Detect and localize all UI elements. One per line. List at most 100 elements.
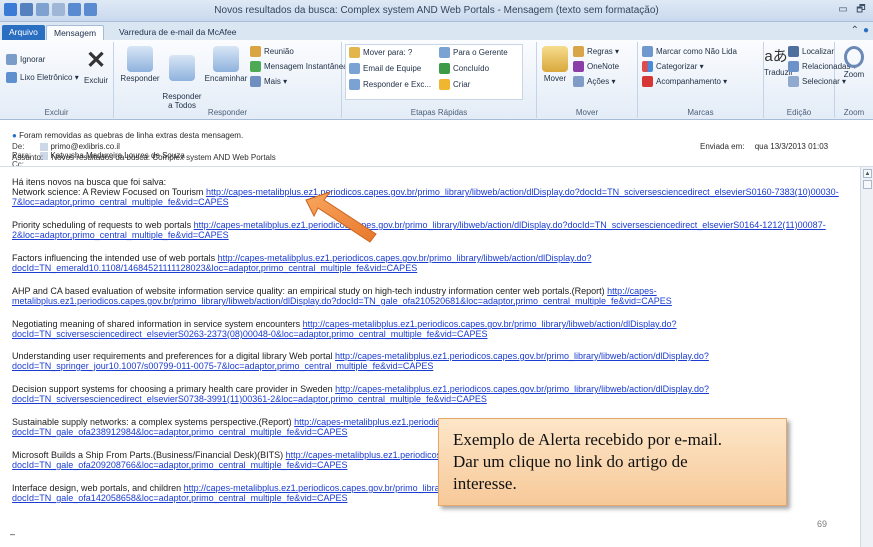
delete-button[interactable]: ✕ Excluir	[82, 47, 110, 86]
sent-label: Enviada em:	[700, 142, 745, 151]
title-bar: Novos resultados da busca: Complex syste…	[0, 0, 873, 22]
result-item: Decision support systems for choosing a …	[12, 384, 852, 404]
result-title: Understanding user requirements and pref…	[12, 351, 333, 361]
result-title: Factors influencing the intended use of …	[12, 253, 216, 263]
annotation-callout: Exemplo de Alerta recebido por e-mail. D…	[438, 418, 787, 506]
result-title: Microsoft Builds a Ship From Parts.(Busi…	[12, 450, 284, 460]
instant-message-icon	[250, 61, 261, 72]
result-title: AHP and CA based evaluation of website i…	[12, 286, 605, 296]
callout-text: Exemplo de Alerta recebido por e-mail. D…	[453, 430, 723, 493]
actions-icon	[573, 76, 584, 87]
folder-icon	[349, 47, 360, 58]
collapse-ribbon-icon[interactable]: ⌃	[851, 25, 859, 36]
more-icon	[250, 76, 261, 87]
reply-all-icon	[169, 55, 195, 81]
envelope-icon	[642, 46, 653, 57]
window-title: Novos resultados da busca: Complex syste…	[214, 5, 659, 16]
categorize-button[interactable]: Categorizar ▾	[642, 61, 704, 72]
mark-unread-button[interactable]: Marcar como Não Lida	[642, 46, 737, 57]
subject-label: Assunto:	[12, 153, 44, 162]
result-title: Decision support systems for choosing a …	[12, 384, 333, 394]
rules-button[interactable]: Regras ▾	[573, 46, 619, 57]
reply-all-button[interactable]: Responder a Todos	[161, 46, 203, 110]
page-number: 69	[817, 519, 828, 529]
subject-row: Assunto: Novos resultados da busca: Comp…	[12, 153, 276, 162]
magnifier-icon	[844, 46, 864, 68]
result-item: Priority scheduling of requests to web p…	[12, 220, 852, 240]
quick-step-move-to[interactable]: Mover para: ?	[349, 47, 412, 58]
meeting-button[interactable]: Reunião	[250, 46, 294, 57]
move-button[interactable]: Mover	[539, 46, 571, 83]
group-responder: Responder Responder a Todos Encaminhar R…	[114, 42, 354, 118]
quick-step-done[interactable]: Concluído	[439, 63, 489, 74]
related-icon	[788, 61, 799, 72]
onenote-icon	[573, 61, 584, 72]
zoom-button[interactable]: Zoom	[839, 46, 869, 79]
group-label-mover: Mover	[575, 108, 599, 117]
cursor-icon	[788, 76, 799, 87]
scroll-thumb[interactable]	[863, 180, 872, 189]
from-value[interactable]: primo@exlibris.co.il	[50, 142, 119, 151]
group-zoom: Zoom Zoom	[835, 42, 873, 118]
checkmark-icon	[439, 63, 450, 74]
reply-button[interactable]: Responder	[120, 46, 160, 83]
info-icon: ●	[12, 131, 17, 140]
body-end-dash: –	[10, 529, 16, 539]
forward-icon	[213, 46, 239, 72]
rules-icon	[573, 46, 584, 57]
team-mail-icon	[349, 63, 360, 74]
group-label-etapas: Etapas Rápidas	[410, 108, 468, 117]
tab-message[interactable]: Mensagem	[46, 25, 105, 40]
result-title: Interface design, web portals, and child…	[12, 483, 182, 493]
group-etapas-rapidas: Mover para: ? Para o Gerente Email de Eq…	[342, 42, 537, 118]
restore-button[interactable]: 🗗	[853, 3, 869, 17]
from-label: De:	[12, 142, 25, 151]
body-intro: Há itens novos na busca que foi salva:	[12, 177, 167, 187]
group-excluir: Ignorar Lixo Eletrônico ▾ ✕ Excluir Excl…	[0, 42, 114, 118]
lightning-icon	[439, 79, 450, 90]
result-item: Understanding user requirements and pref…	[12, 351, 852, 371]
group-label-excluir: Excluir	[44, 108, 69, 117]
notice-bar[interactable]: ● Foram removidas as quebras de linha ex…	[12, 131, 243, 140]
help-icon[interactable]: ●	[863, 25, 869, 36]
result-title: Sustainable supply networks: a complex s…	[12, 417, 292, 427]
translate-button[interactable]: aあ Traduzir	[764, 46, 793, 77]
group-mover: Mover Regras ▾ OneNote Ações ▾ Mover	[537, 42, 638, 118]
group-label-edicao: Edição	[786, 108, 812, 117]
forward-button[interactable]: Encaminhar	[204, 46, 248, 83]
find-button[interactable]: Localizar	[788, 46, 834, 57]
callout-arrow-icon	[305, 191, 377, 243]
delete-icon: ✕	[85, 47, 107, 74]
result-title: Negotiating meaning of shared informatio…	[12, 319, 301, 329]
scroll-up-icon[interactable]: ▲	[863, 169, 872, 178]
quick-step-to-manager[interactable]: Para o Gerente	[439, 47, 508, 58]
result-item: AHP and CA based evaluation of website i…	[12, 286, 852, 306]
group-label-responder: Responder	[207, 108, 248, 117]
group-label-marcas: Marcas	[687, 108, 714, 117]
quick-step-reply-delete[interactable]: Responder e Exc...	[349, 79, 431, 90]
minimize-button[interactable]: ▭	[835, 3, 851, 17]
forward-mail-icon	[439, 47, 450, 58]
tab-mcafee[interactable]: Varredura de e-mail da McAfee	[112, 25, 243, 40]
follow-up-button[interactable]: Acompanhamento ▾	[642, 76, 727, 87]
vertical-scrollbar[interactable]: ▲	[860, 167, 873, 547]
subject-value: Novos resultados da busca: Complex syste…	[51, 153, 276, 162]
ignore-button[interactable]: Ignorar	[6, 54, 45, 65]
sent-row: Enviada em: qua 13/3/2013 01:03	[700, 142, 828, 151]
junk-icon	[6, 72, 17, 83]
result-item: Network science: A Review Focused on Tou…	[12, 187, 852, 207]
onenote-button[interactable]: OneNote	[573, 61, 619, 72]
ribbon-tabs: Arquivo Mensagem Varredura de e-mail da …	[0, 22, 873, 40]
tab-file[interactable]: Arquivo	[2, 25, 45, 40]
instant-message-button[interactable]: Mensagem Instantânea ▾	[250, 61, 354, 72]
actions-button[interactable]: Ações ▾	[573, 76, 615, 87]
junk-button[interactable]: Lixo Eletrônico ▾	[6, 72, 79, 83]
more-button[interactable]: Mais ▾	[250, 76, 287, 87]
group-marcas: Marcar como Não Lida Categorizar ▾ Acomp…	[638, 42, 764, 118]
result-item: Factors influencing the intended use of …	[12, 253, 852, 273]
reply-delete-icon	[349, 79, 360, 90]
result-item: Negotiating meaning of shared informatio…	[12, 319, 852, 339]
move-folder-icon	[542, 46, 568, 72]
quick-step-team-email[interactable]: Email de Equipe	[349, 63, 421, 74]
quick-step-create[interactable]: Criar	[439, 79, 470, 90]
